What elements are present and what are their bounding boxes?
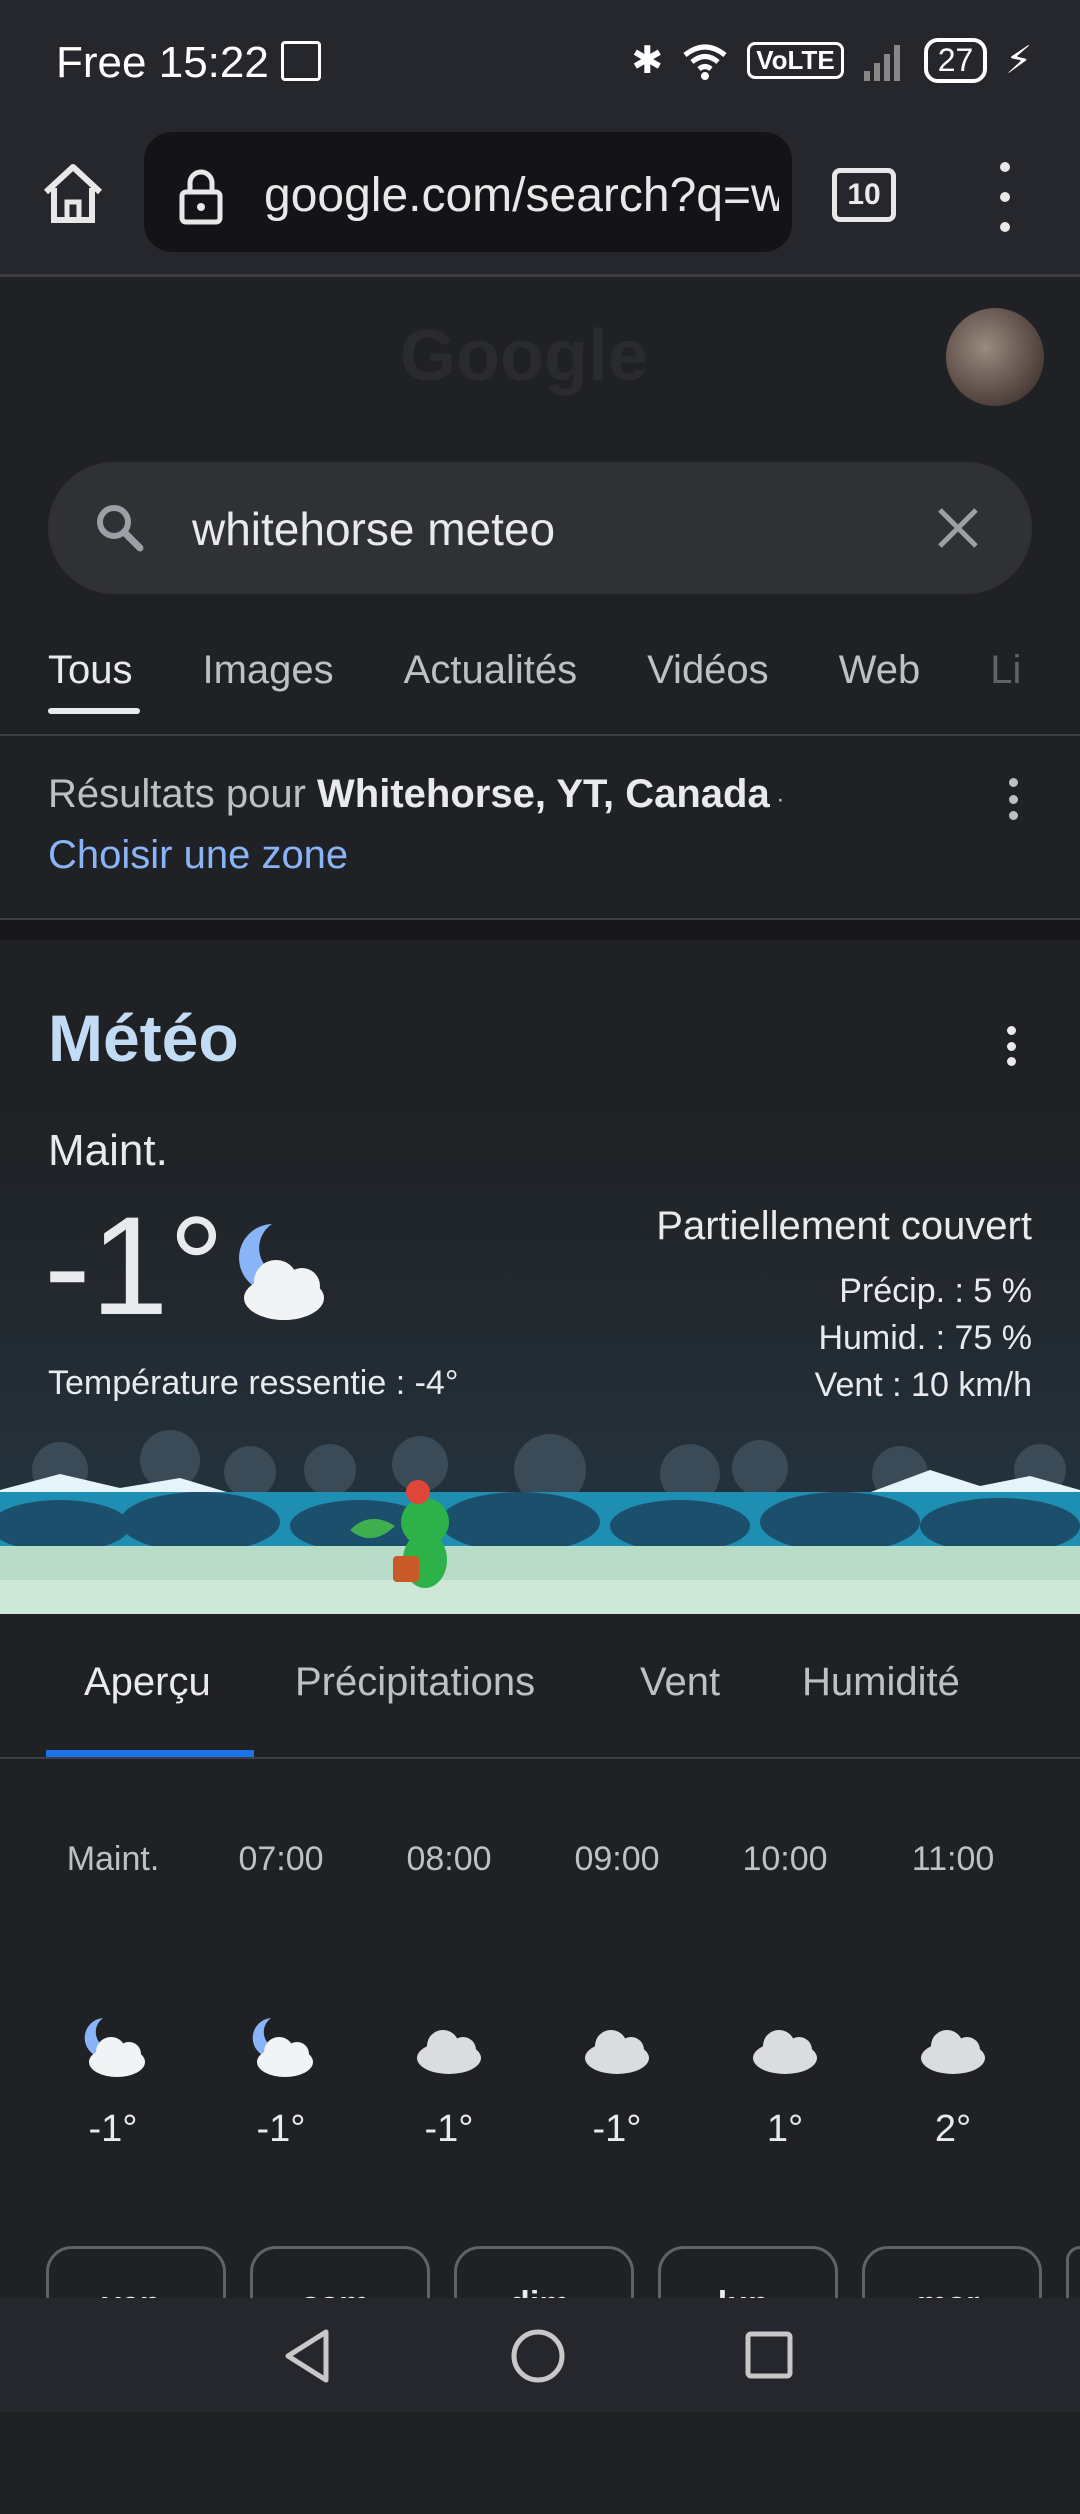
screenshot-icon [281,41,322,81]
feels-like: Température ressentie : -4° [48,1364,459,1402]
tab-switcher-button[interactable]: 10 [832,168,896,222]
clock: 15:22 [158,38,269,87]
location-suffix: · [769,786,785,813]
carrier-label: Free [56,38,147,87]
system-nav-bar [0,2298,1080,2412]
hour-temp: -1° [88,2108,138,2150]
active-tab-indicator [46,1750,254,1757]
now-label: Maint. [48,1126,168,1175]
bluetooth-icon: ✱ [631,40,664,82]
home-nav-icon[interactable] [510,2328,566,2384]
hour-temp: 1° [766,2108,804,2150]
search-box[interactable]: whitehorse meteo [48,462,1032,594]
tab-more[interactable]: Li [990,648,1021,693]
hour-label: 11:00 [911,1840,995,1878]
hour-temp: -1° [424,2108,474,2150]
active-tab-indicator [48,708,140,714]
tab-precipitations[interactable]: Précipitations [295,1660,535,1705]
charging-icon: ⚡ [1005,40,1032,82]
humidity-stat: Humid. : 75 % [818,1319,1032,1357]
hour-label: Maint. [66,1840,160,1878]
browser-menu-icon[interactable] [990,162,1020,232]
tab-humidite[interactable]: Humidité [802,1660,960,1705]
weather-condition: Partiellement couvert [656,1204,1032,1248]
cloud-icon [921,2030,985,2074]
precipitation-stat: Précip. : 5 % [839,1272,1032,1310]
hour-label: 07:00 [238,1840,324,1878]
location-menu-icon[interactable] [1006,778,1020,820]
location-info: Résultats pour Whitehorse, YT, Canada · [48,772,784,817]
status-carrier-time: Free 15:22 [56,38,322,88]
divider [0,734,1080,736]
wind-stat: Vent : 10 km/h [814,1366,1032,1404]
cloud-icon [753,2030,817,2074]
status-icons: ✱ VoLTE 27 ⚡ [631,38,1032,83]
moon-cloud-icon [84,2018,145,2077]
choose-area-link[interactable]: Choisir une zone [48,833,348,878]
tab-web[interactable]: Web [839,648,921,693]
browser-toolbar: google.com/search?q=w 10 [0,124,1080,277]
tab-actualites[interactable]: Actualités [404,648,577,693]
wifi-icon [683,44,727,80]
cloud-icon [417,2030,481,2074]
hour-temp: -1° [256,2108,306,2150]
location-place: Whitehorse, YT, Canada [317,772,770,816]
close-icon[interactable] [928,498,988,558]
hour-label: 09:00 [574,1840,660,1878]
battery-icon: 27 [923,38,988,83]
tab-apercu[interactable]: Aperçu [84,1660,211,1705]
signal-icon [863,44,900,81]
hour-temp: -1° [592,2108,642,2150]
divider [0,1757,1080,1759]
tab-vent[interactable]: Vent [640,1660,720,1705]
search-icon[interactable] [90,498,150,558]
tab-images[interactable]: Images [203,648,334,693]
recents-icon[interactable] [744,2330,794,2380]
cloud-icon [585,2030,649,2074]
hour-temp: 2° [934,2108,972,2150]
weather-title: Météo [48,1001,239,1075]
hour-label: 10:00 [742,1840,828,1878]
lock-icon[interactable] [176,166,226,226]
google-logo: Google [400,316,648,396]
moon-cloud-icon [239,1224,324,1320]
back-icon[interactable] [282,2328,334,2384]
current-temperature: -1° [44,1187,225,1344]
avatar[interactable] [946,308,1044,406]
moon-cloud-icon [252,2018,313,2077]
divider [0,918,1080,940]
weather-menu-icon[interactable] [1004,1026,1018,1066]
tab-videos[interactable]: Vidéos [647,648,769,693]
status-bar: Free 15:22 ✱ VoLTE 27 ⚡ [0,0,1080,124]
search-tabs: Tous Images Actualités Vidéos Web Li [48,648,1021,693]
weather-scene-illustration [0,1430,1080,1614]
volte-badge: VoLTE [747,42,844,79]
tab-tous[interactable]: Tous [48,648,133,693]
hour-label: 08:00 [406,1840,492,1878]
search-input[interactable]: whitehorse meteo [192,502,555,556]
location-prefix: Résultats pour [48,772,318,816]
address-bar[interactable]: google.com/search?q=w [144,132,792,252]
url-text[interactable]: google.com/search?q=w [264,168,779,223]
home-icon[interactable] [38,158,108,228]
